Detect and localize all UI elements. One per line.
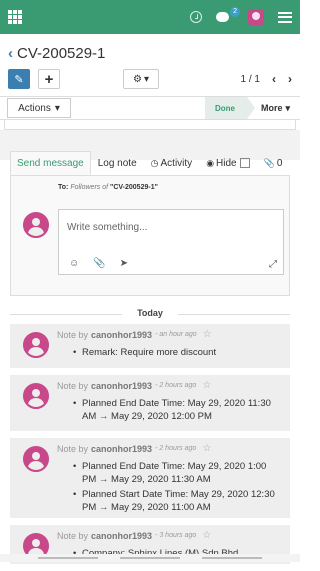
activity-label: Activity: [161, 158, 193, 169]
send-icon[interactable]: ➤: [120, 258, 128, 269]
pager: 1 / 1 ‹ ›: [241, 72, 292, 86]
hide-checkbox[interactable]: [240, 158, 250, 168]
composer-recipients: To: Followers of "CV-200529-1": [58, 184, 158, 191]
clock-icon: ◷: [151, 158, 159, 169]
message-thread: Note by canonhor1993 - an hour ago ☆ Rem…: [10, 324, 290, 571]
tab-send-message[interactable]: Send message: [10, 151, 91, 175]
pager-next-icon[interactable]: ›: [288, 72, 292, 86]
composer-input[interactable]: Write something... ☺ 📎 ➤ ⤢: [58, 209, 284, 275]
star-icon[interactable]: ☆: [203, 329, 212, 340]
pager-value[interactable]: 1 / 1: [241, 74, 260, 85]
star-icon[interactable]: ☆: [202, 380, 211, 391]
pencil-icon: ✎: [14, 73, 23, 86]
message-time: - 2 hours ago: [155, 445, 196, 452]
bottom-scroll-indicator: [0, 554, 300, 562]
message-header: Note by canonhor1993 - 2 hours ago ☆: [57, 380, 211, 391]
message-header: Note by canonhor1993 - 3 hours ago ☆: [57, 530, 211, 541]
pager-previous-icon[interactable]: ‹: [272, 72, 276, 86]
top-navbar: 2: [0, 0, 300, 34]
systray: 2: [190, 9, 292, 25]
gears-icon: ⚙: [133, 74, 142, 85]
message-body: Remark: Require more discount: [82, 346, 282, 361]
breadcrumb: ‹ CV-200529-1: [0, 34, 300, 64]
message-author[interactable]: canonhor1993: [91, 531, 152, 541]
message-author[interactable]: canonhor1993: [91, 444, 152, 454]
message-time: - 2 hours ago: [155, 382, 196, 389]
to-followers: Followers of: [70, 184, 108, 191]
chatter: Send message Log note ◷ Activity ◉ Hide …: [0, 151, 300, 296]
message-author[interactable]: canonhor1993: [91, 381, 152, 391]
tracking-value: Planned End Date Time: May 29, 2020 11:3…: [82, 397, 282, 423]
message-body: Planned End Date Time: May 29, 2020 11:3…: [82, 397, 282, 425]
form-statusbar: Actions ▾ Done More ▾: [0, 96, 300, 120]
message-avatar[interactable]: [23, 383, 49, 409]
caret-down-icon: ▾: [285, 103, 290, 114]
composer-avatar: [23, 212, 49, 238]
form-sheet-edge: [4, 120, 296, 130]
edit-button[interactable]: ✎: [8, 69, 30, 89]
message-type: Note by: [57, 444, 88, 454]
apps-grid-icon[interactable]: [8, 10, 22, 24]
hide-toggle[interactable]: ◉ Hide: [199, 151, 256, 175]
emoji-icon[interactable]: ☺: [69, 258, 79, 269]
expand-icon[interactable]: ⤢: [269, 259, 277, 270]
day-separator: Today: [10, 308, 290, 318]
message-header: Note by canonhor1993 - 2 hours ago ☆: [57, 443, 211, 454]
message-time: - 3 hours ago: [155, 532, 196, 539]
chat-badge: 2: [230, 7, 240, 17]
caret-down-icon: ▾: [55, 103, 60, 114]
actions-label: Actions: [18, 103, 51, 114]
chatter-topbar: Send message Log note ◷ Activity ◉ Hide …: [10, 151, 290, 175]
to-record: "CV-200529-1": [110, 184, 158, 191]
more-label: More: [261, 103, 283, 113]
composer-panel: To: Followers of "CV-200529-1" Write som…: [10, 175, 290, 296]
message-item: Note by canonhor1993 - 2 hours ago ☆ Pla…: [10, 375, 290, 432]
paperclip-icon: 📎: [264, 158, 275, 169]
tracking-value: Planned Start Date Time: May 29, 2020 12…: [82, 488, 282, 514]
composer-tools: ☺ 📎 ➤: [69, 258, 128, 269]
user-avatar[interactable]: [248, 9, 264, 25]
message-time: - an hour ago: [155, 331, 197, 338]
followers-button[interactable]: 📎 0: [257, 151, 290, 175]
caret-down-icon: ▾: [144, 74, 149, 85]
create-button[interactable]: +: [38, 69, 60, 89]
hide-label: Hide: [216, 158, 237, 169]
attachment-icon[interactable]: 📎: [93, 258, 105, 269]
tracking-value: Planned End Date Time: May 29, 2020 1:00…: [82, 460, 282, 486]
message-type: Note by: [57, 531, 88, 541]
message-avatar[interactable]: [23, 446, 49, 472]
message-type: Note by: [57, 330, 88, 340]
star-icon[interactable]: ☆: [202, 443, 211, 454]
tab-activity[interactable]: ◷ Activity: [144, 151, 200, 175]
chat-icon: [216, 12, 229, 22]
hamburger-menu-icon[interactable]: [278, 12, 292, 23]
followers-count: 0: [277, 158, 283, 169]
eye-icon: ◉: [206, 158, 214, 169]
message-type: Note by: [57, 381, 88, 391]
back-chevron-icon[interactable]: ‹: [8, 45, 13, 62]
page-title: CV-200529-1: [17, 45, 105, 62]
activity-clock-icon[interactable]: [190, 11, 202, 23]
messaging-menu[interactable]: 2: [216, 10, 234, 24]
composer-placeholder: Write something...: [67, 222, 147, 233]
message-header: Note by canonhor1993 - an hour ago ☆: [57, 329, 212, 340]
tab-log-note[interactable]: Log note: [91, 151, 144, 175]
stage-done[interactable]: Done: [205, 97, 247, 119]
message-item: Note by canonhor1993 - an hour ago ☆ Rem…: [10, 324, 290, 369]
control-panel: ✎ + ⚙ ▾ 1 / 1 ‹ ›: [0, 64, 300, 94]
actions-dropdown[interactable]: Actions ▾: [7, 98, 71, 118]
action-gear-button[interactable]: ⚙ ▾: [123, 69, 159, 89]
to-prefix: To:: [58, 184, 68, 191]
message-item: Note by canonhor1993 - 2 hours ago ☆ Pla…: [10, 438, 290, 519]
message-body: Planned End Date Time: May 29, 2020 1:00…: [82, 460, 282, 516]
tracking-value: Remark: Require more discount: [82, 346, 282, 359]
message-author[interactable]: canonhor1993: [91, 330, 152, 340]
star-icon[interactable]: ☆: [202, 530, 211, 541]
message-avatar[interactable]: [23, 332, 49, 358]
